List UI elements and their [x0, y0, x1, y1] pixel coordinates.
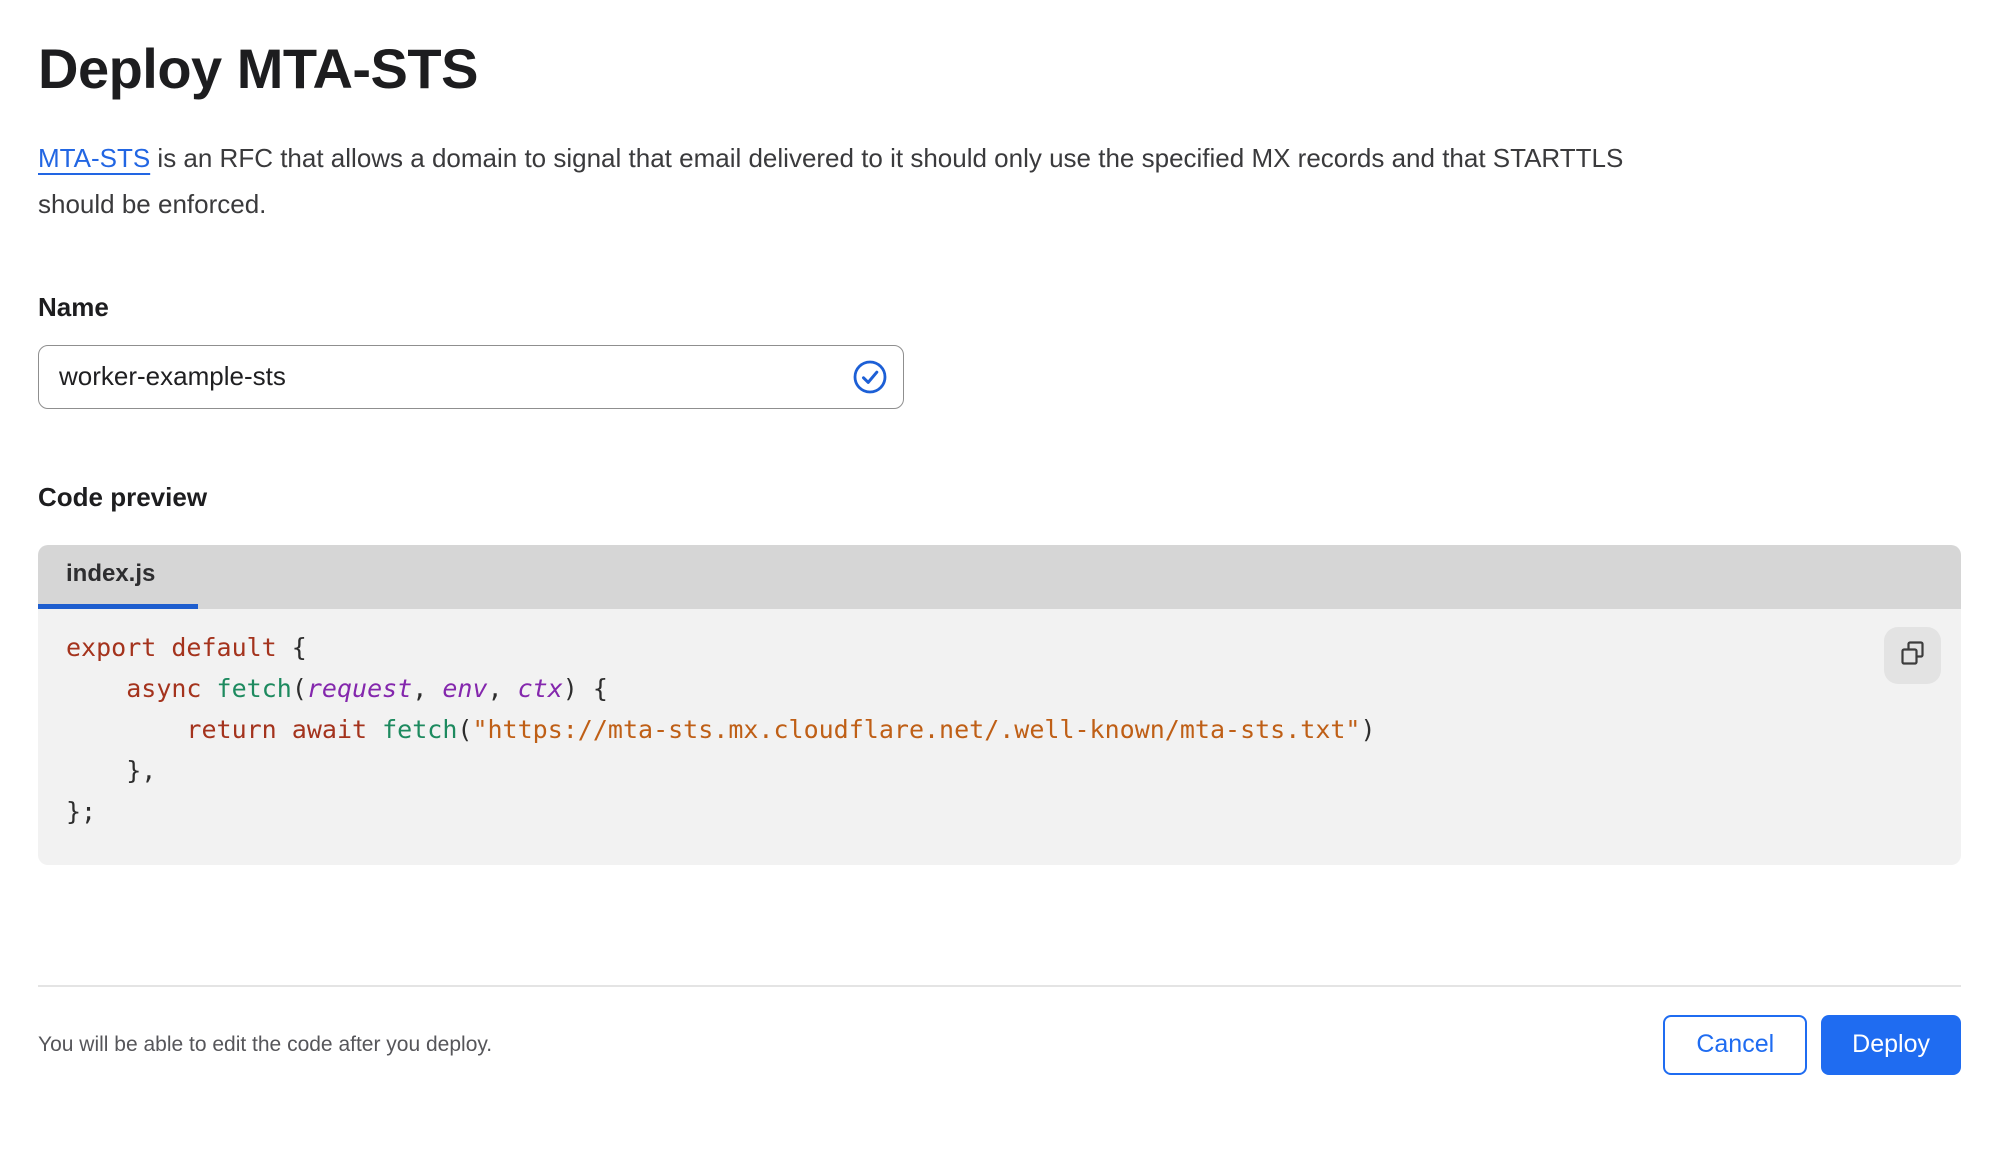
footer-note: You will be able to edit the code after …	[38, 1032, 493, 1056]
name-input[interactable]	[38, 344, 904, 409]
tab-label: index.js	[66, 560, 156, 588]
footer: You will be able to edit the code after …	[38, 1014, 1961, 1075]
code-body: export default { async fetch(request, en…	[38, 608, 1961, 865]
cancel-button[interactable]: Cancel	[1663, 1014, 1808, 1075]
description-line1: is an RFC that allows a domain to signal…	[150, 142, 1624, 173]
name-label: Name	[38, 291, 109, 322]
code-block: export default { async fetch(request, en…	[66, 632, 1376, 826]
valid-check-icon	[852, 359, 888, 395]
page-title: Deploy MTA-STS	[38, 37, 478, 100]
copy-icon	[1899, 640, 1926, 670]
tab-index-js[interactable]: index.js	[38, 545, 198, 609]
name-field-wrapper	[38, 344, 904, 409]
footer-divider	[38, 984, 1961, 987]
mta-sts-link[interactable]: MTA-STS	[38, 143, 150, 173]
deploy-mta-sts-page: Deploy MTA-STS MTA-STS is an RFC that al…	[0, 37, 1999, 1075]
footer-actions: Cancel Deploy	[1663, 1014, 1961, 1075]
description-line2: should be enforced.	[38, 188, 267, 219]
description: MTA-STS is an RFC that allows a domain t…	[38, 135, 1961, 227]
deploy-button[interactable]: Deploy	[1821, 1014, 1961, 1075]
code-preview-label: Code preview	[38, 481, 208, 512]
code-tabbar: index.js	[38, 544, 1961, 609]
copy-button[interactable]	[1884, 626, 1941, 684]
code-preview-card: index.js export default { async fetch(re…	[38, 544, 1961, 865]
